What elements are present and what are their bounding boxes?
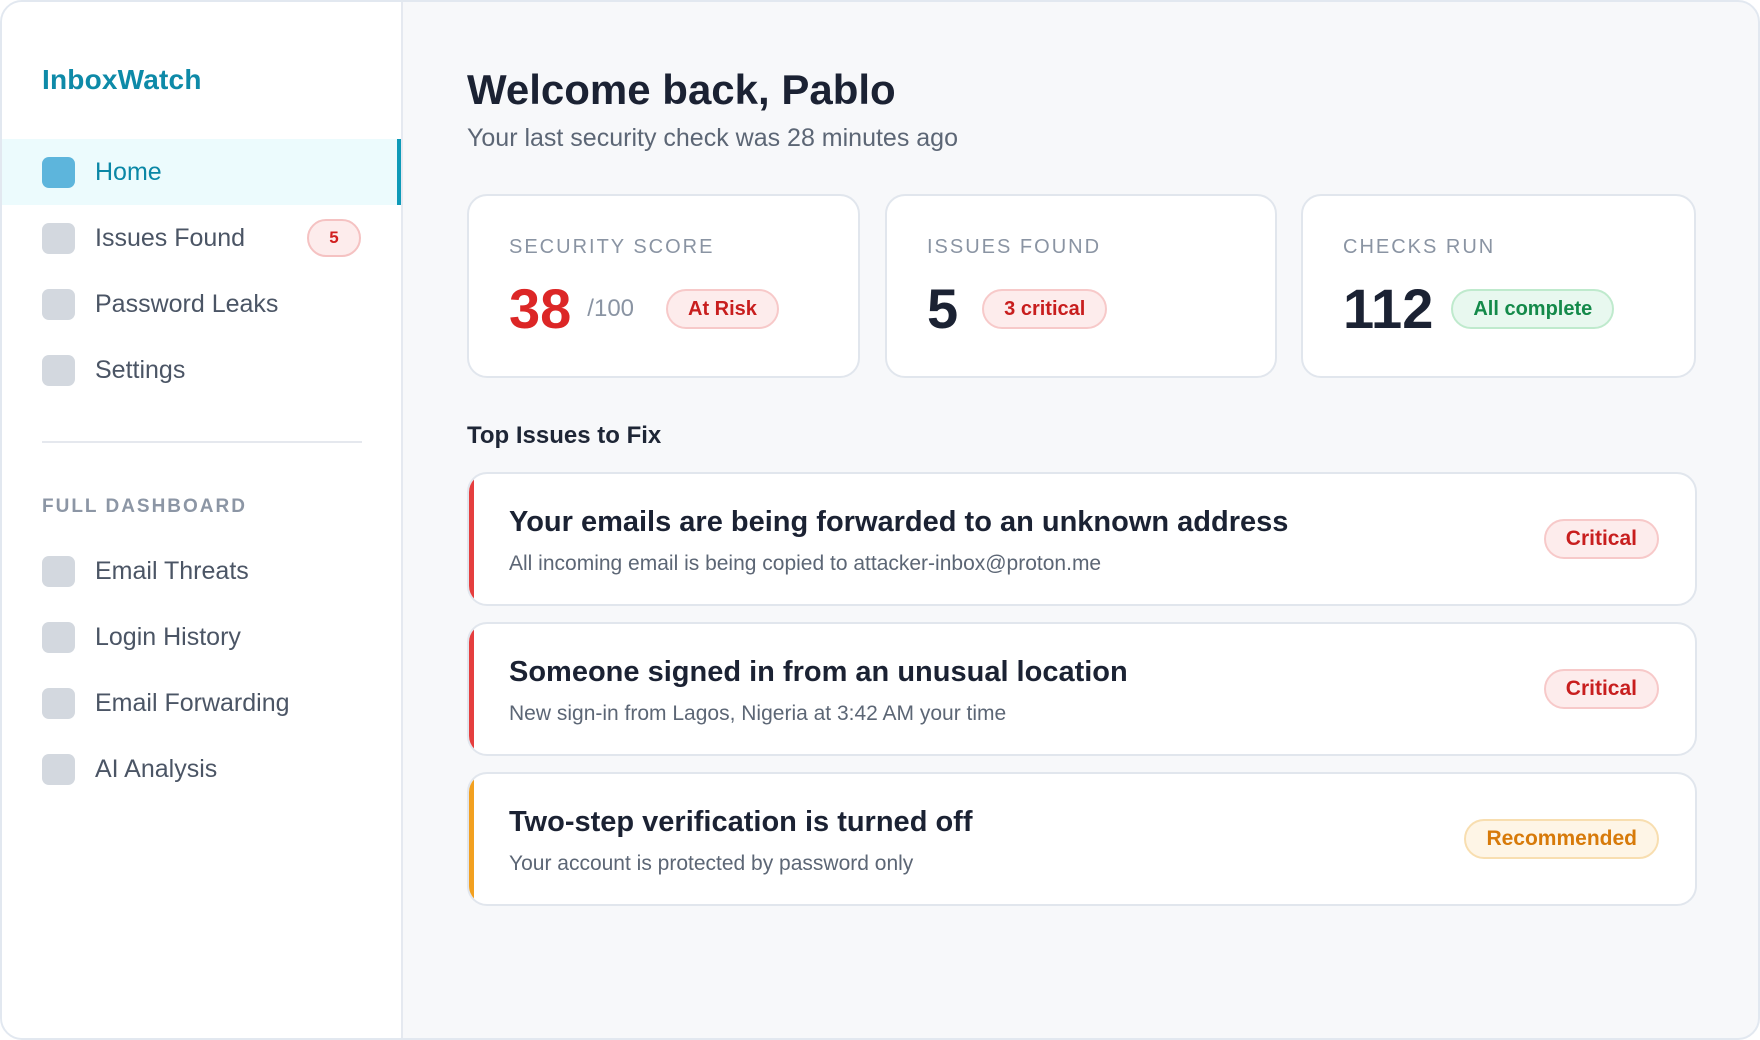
status-badge: At Risk bbox=[666, 289, 779, 329]
stat-title: CHECKS RUN bbox=[1343, 236, 1496, 258]
sidebar-section-label: FULL DASHBOARD bbox=[42, 496, 247, 517]
issue-card-two-step[interactable]: Two-step verification is turned off Your… bbox=[467, 772, 1697, 906]
app-logo[interactable]: InboxWatch bbox=[42, 64, 202, 96]
password-icon bbox=[42, 288, 75, 320]
issue-description: All incoming email is being copied to at… bbox=[509, 552, 1102, 575]
severity-badge: Recommended bbox=[1464, 819, 1659, 859]
stat-row: 112 All complete bbox=[1343, 277, 1615, 340]
settings-icon bbox=[42, 354, 75, 386]
issues-found-card: ISSUES FOUND 5 3 critical bbox=[885, 194, 1277, 378]
sidebar-item-email-threats[interactable]: Email Threats bbox=[2, 538, 401, 604]
forwarding-icon bbox=[42, 687, 75, 719]
security-score-max: /100 bbox=[587, 295, 635, 322]
ai-icon bbox=[42, 753, 75, 785]
stat-title: ISSUES FOUND bbox=[927, 236, 1102, 258]
issue-title: Two-step verification is turned off bbox=[509, 806, 973, 838]
sidebar-item-issues-found[interactable]: Issues Found 5 bbox=[2, 205, 401, 271]
issue-title: Your emails are being forwarded to an un… bbox=[509, 506, 1289, 538]
checks-run-card: CHECKS RUN 112 All complete bbox=[1301, 194, 1696, 378]
issues-icon bbox=[42, 222, 75, 254]
sidebar-item-label: Login History bbox=[95, 622, 241, 651]
main-content: Welcome back, Pablo Your last security c… bbox=[403, 2, 1758, 1038]
stat-row: 38 /100 At Risk bbox=[509, 281, 779, 337]
sidebar-item-email-forwarding[interactable]: Email Forwarding bbox=[2, 670, 401, 736]
checks-run-value: 112 bbox=[1343, 277, 1434, 340]
history-icon bbox=[42, 621, 75, 653]
issue-card-forwarding[interactable]: Your emails are being forwarded to an un… bbox=[467, 472, 1697, 606]
security-score-card: SECURITY SCORE 38 /100 At Risk bbox=[467, 194, 860, 378]
sidebar-item-label: Email Threats bbox=[95, 556, 249, 585]
threats-icon bbox=[42, 555, 75, 587]
issues-count-badge: 5 bbox=[307, 219, 361, 257]
home-icon bbox=[42, 156, 75, 188]
issues-found-value: 5 bbox=[927, 277, 959, 340]
sidebar-item-label: Settings bbox=[95, 355, 186, 384]
sidebar-item-settings[interactable]: Settings bbox=[2, 337, 401, 403]
sidebar-item-label: Email Forwarding bbox=[95, 688, 290, 717]
security-score-value: 38 bbox=[509, 277, 572, 340]
issue-description: New sign-in from Lagos, Nigeria at 3:42 … bbox=[509, 702, 1007, 725]
page-title: Welcome back, Pablo bbox=[467, 66, 896, 113]
issue-description: Your account is protected by password on… bbox=[509, 852, 914, 875]
sidebar-item-label: Home bbox=[95, 157, 162, 186]
stat-row: 5 3 critical bbox=[927, 277, 1108, 340]
severity-badge: Critical bbox=[1543, 669, 1659, 709]
sidebar-item-ai-analysis[interactable]: AI Analysis bbox=[2, 736, 401, 802]
app-window: InboxWatch Home Issues Found 5 Password … bbox=[0, 0, 1760, 1040]
sidebar-item-label: Issues Found bbox=[95, 223, 246, 252]
primary-nav: Home Issues Found 5 Password Leaks Setti… bbox=[2, 139, 401, 403]
page-subtitle: Your last security check was 28 minutes … bbox=[467, 124, 958, 152]
sidebar-item-label: AI Analysis bbox=[95, 754, 218, 783]
sidebar-item-home[interactable]: Home bbox=[2, 139, 401, 205]
status-badge: All complete bbox=[1451, 289, 1615, 329]
issue-card-unusual-signin[interactable]: Someone signed in from an unusual locati… bbox=[467, 622, 1697, 756]
sidebar: InboxWatch Home Issues Found 5 Password … bbox=[2, 2, 403, 1038]
severity-bar bbox=[469, 624, 474, 754]
sidebar-divider bbox=[42, 441, 362, 443]
severity-badge: Critical bbox=[1543, 519, 1659, 559]
severity-bar bbox=[469, 474, 474, 604]
status-badge: 3 critical bbox=[982, 289, 1108, 329]
severity-bar bbox=[469, 774, 474, 904]
sidebar-item-label: Password Leaks bbox=[95, 289, 279, 318]
sidebar-item-password-leaks[interactable]: Password Leaks bbox=[2, 271, 401, 337]
dashboard-nav: Email Threats Login History Email Forwar… bbox=[2, 538, 401, 802]
stat-title: SECURITY SCORE bbox=[509, 236, 715, 258]
sidebar-item-login-history[interactable]: Login History bbox=[2, 604, 401, 670]
issue-title: Someone signed in from an unusual locati… bbox=[509, 656, 1128, 688]
section-heading: Top Issues to Fix bbox=[467, 422, 662, 449]
